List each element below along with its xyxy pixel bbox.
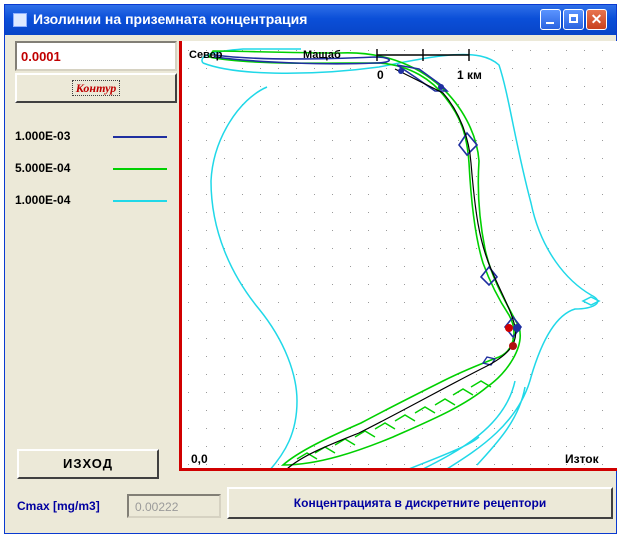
origin-label: 0,0 [191,452,208,466]
legend-item-1: 1.000E-03 [15,127,175,145]
legend-line-cyan [113,200,167,202]
source-marker [438,84,444,90]
legend-item-2: 5.000E-04 [15,159,175,177]
source-marker [505,324,513,332]
close-button[interactable]: ✕ [586,9,607,30]
legend-line-green [113,168,167,170]
scale-km-label: 1 км [457,68,482,82]
contour-button-label: Контур [71,80,121,96]
contour-map: Север Мащаб 0 1 км 0,0 Изток [179,41,617,471]
north-label: Север [189,49,223,61]
legend-label: 1.000E-03 [15,129,71,143]
cmax-value-field: 0.00222 [127,494,221,518]
scale-zero-label: 0 [377,68,384,82]
source-marker [513,324,521,332]
maximize-button[interactable] [563,9,584,30]
discrete-receptors-button[interactable]: Концентрацията в дискретните рецептори [227,487,613,519]
title-bar: Изолинии на приземната концентрация ✕ [5,5,616,35]
contour-value-input[interactable]: 0.0001 [15,41,177,71]
exit-button[interactable]: ИЗХОД [17,449,159,479]
legend-label: 1.000E-04 [15,193,71,207]
source-marker [398,68,404,74]
east-label: Изток [565,452,600,466]
contour-button[interactable]: Контур [15,73,177,103]
window-title: Изолинии на приземната концентрация [33,11,308,27]
window-icon [13,13,27,27]
cmax-label: Cmax [mg/m3] [17,499,100,513]
contour-window: Изолинии на приземната концентрация ✕ 0.… [4,4,617,534]
legend-label: 5.000E-04 [15,161,71,175]
minimize-button[interactable] [540,9,561,30]
scale-label: Мащаб [303,49,341,61]
source-marker [509,342,517,350]
legend-item-3: 1.000E-04 [15,191,175,209]
legend-line-blue [113,136,167,138]
